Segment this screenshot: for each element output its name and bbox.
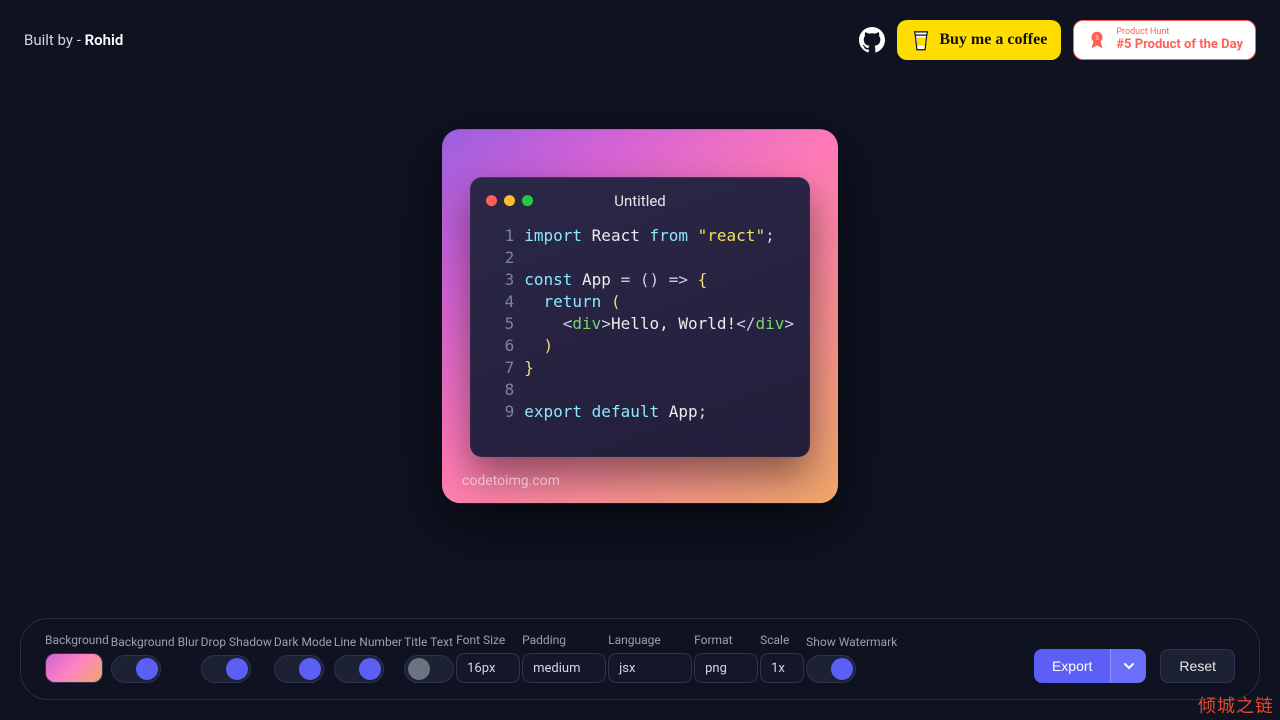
- header: Built by - Rohid Buy me a coffee 5 Produ…: [0, 0, 1280, 80]
- export-menu-button[interactable]: [1110, 649, 1146, 683]
- group-language: Language jsx: [608, 633, 692, 683]
- buy-me-a-coffee-button[interactable]: Buy me a coffee: [897, 20, 1061, 60]
- ph-title: #5 Product of the Day: [1116, 38, 1243, 52]
- built-by-prefix: Built by -: [24, 31, 85, 49]
- group-line-number: Line Number: [334, 635, 402, 683]
- toggle-background-blur[interactable]: [111, 655, 161, 683]
- select-scale[interactable]: 1x: [760, 653, 804, 683]
- product-hunt-text: Product Hunt #5 Product of the Day: [1116, 28, 1243, 52]
- group-drop-shadow: Drop Shadow: [201, 635, 272, 683]
- toggle-line-number[interactable]: [334, 655, 384, 683]
- built-by-name: Rohid: [85, 31, 124, 49]
- label-scale: Scale: [760, 633, 804, 647]
- label-line-number: Line Number: [334, 635, 402, 649]
- coffee-cup-icon: [911, 27, 931, 53]
- label-drop-shadow: Drop Shadow: [201, 635, 272, 649]
- group-format: Format png: [694, 633, 758, 683]
- reset-button[interactable]: Reset: [1160, 649, 1235, 683]
- bmc-label: Buy me a coffee: [939, 31, 1047, 49]
- group-show-watermark: Show Watermark: [806, 635, 897, 683]
- toggle-drop-shadow[interactable]: [201, 655, 251, 683]
- label-show-watermark: Show Watermark: [806, 635, 897, 649]
- toggle-dark-mode[interactable]: [274, 655, 324, 683]
- label-background: Background: [45, 633, 109, 647]
- code-content[interactable]: import React from "react"; const App = (…: [524, 225, 794, 423]
- toggle-title-text[interactable]: [404, 655, 454, 683]
- label-title-text: Title Text: [404, 635, 454, 649]
- code-editor-window[interactable]: Untitled 1 2 3 4 5 6 7 8 9 import React …: [470, 177, 810, 457]
- group-font-size: Font Size 16px: [456, 633, 520, 683]
- label-language: Language: [608, 633, 692, 647]
- group-title-text: Title Text: [404, 635, 454, 683]
- select-font-size[interactable]: 16px: [456, 653, 520, 683]
- svg-text:5: 5: [1096, 35, 1100, 42]
- toggle-show-watermark[interactable]: [806, 655, 856, 683]
- label-dark-mode: Dark Mode: [274, 635, 332, 649]
- editor-title[interactable]: Untitled: [486, 192, 794, 210]
- label-background-blur: Background Blur: [111, 635, 199, 649]
- group-scale: Scale 1x: [760, 633, 804, 683]
- github-icon[interactable]: [859, 27, 885, 53]
- export-button-group: Export: [1034, 649, 1146, 683]
- watermark-text: codetoimg.com: [462, 473, 560, 489]
- group-dark-mode: Dark Mode: [274, 635, 332, 683]
- select-language[interactable]: jsx: [608, 653, 692, 683]
- caret-down-icon: [1123, 660, 1135, 672]
- export-card[interactable]: Untitled 1 2 3 4 5 6 7 8 9 import React …: [442, 129, 838, 503]
- background-swatch[interactable]: [45, 653, 103, 683]
- editor-titlebar: Untitled: [486, 191, 794, 211]
- corner-brand-text: 倾城之链: [1198, 692, 1274, 718]
- label-font-size: Font Size: [456, 633, 520, 647]
- group-background: Background: [45, 633, 109, 683]
- label-padding: Padding: [522, 633, 606, 647]
- select-padding[interactable]: medium: [522, 653, 606, 683]
- group-background-blur: Background Blur: [111, 635, 199, 683]
- line-number-gutter: 1 2 3 4 5 6 7 8 9: [486, 225, 524, 423]
- built-by[interactable]: Built by - Rohid: [24, 31, 123, 49]
- code-area[interactable]: 1 2 3 4 5 6 7 8 9 import React from "rea…: [486, 225, 794, 423]
- settings-toolbar: Background Background Blur Drop Shadow D…: [20, 618, 1260, 700]
- product-hunt-badge[interactable]: 5 Product Hunt #5 Product of the Day: [1073, 20, 1256, 60]
- export-button[interactable]: Export: [1034, 649, 1110, 683]
- group-padding: Padding medium: [522, 633, 606, 683]
- label-format: Format: [694, 633, 758, 647]
- medal-icon: 5: [1086, 29, 1108, 51]
- header-actions: Buy me a coffee 5 Product Hunt #5 Produc…: [859, 20, 1256, 60]
- select-format[interactable]: png: [694, 653, 758, 683]
- canvas-stage: Untitled 1 2 3 4 5 6 7 8 9 import React …: [442, 129, 838, 503]
